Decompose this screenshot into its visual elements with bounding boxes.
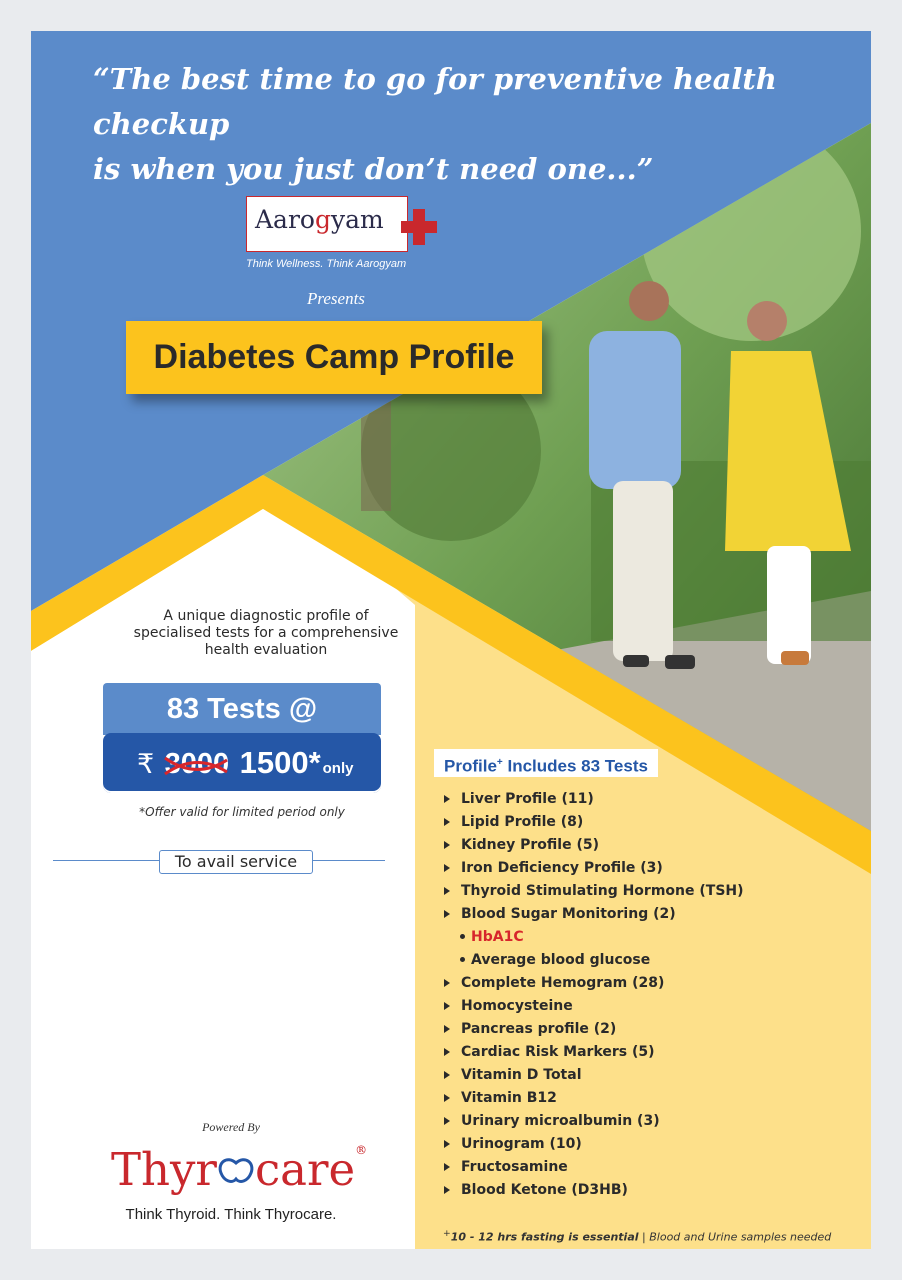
poster: “The best time to go for preventive heal… (31, 31, 871, 1249)
aarogyam-logo: Aarogyam (246, 196, 408, 252)
test-list-item-label: Fructosamine (461, 1159, 568, 1175)
test-list-item-label: Thyroid Stimulating Hormone (TSH) (461, 883, 744, 899)
test-list-item: Blood Ketone (D3HB) (444, 1179, 744, 1202)
strike-through-mark (163, 756, 228, 776)
test-list-item-label: Cardiac Risk Markers (5) (461, 1044, 655, 1060)
caret-right-icon (444, 1117, 450, 1125)
price-box: ₹ 3000 1500* only (103, 733, 381, 793)
test-list-item-label: Vitamin B12 (461, 1090, 557, 1106)
test-list-item-label: Lipid Profile (8) (461, 814, 584, 830)
presents-label: Presents (307, 289, 365, 308)
test-list-item-label: Vitamin D Total (461, 1067, 582, 1083)
aarogyam-wordmark-g: g (314, 205, 331, 234)
test-list-item: Pancreas profile (2) (444, 1018, 744, 1041)
caret-right-icon (444, 887, 450, 895)
test-list-item: Homocysteine (444, 995, 744, 1018)
caret-right-icon (444, 1048, 450, 1056)
test-list-item: Kidney Profile (5) (444, 834, 744, 857)
thyrocare-o-icon (218, 1158, 254, 1183)
thyrocare-wordmark-part-2: care (254, 1143, 356, 1196)
test-list-item: Vitamin B12 (444, 1087, 744, 1110)
medical-cross-icon (401, 209, 437, 245)
banner-title: Diabetes Camp Profile (153, 338, 515, 376)
intro-line-1: A unique diagnostic profile of (163, 608, 369, 624)
test-list-item: HbA1C (444, 926, 744, 949)
offer-note: *Offer valid for limited period only (139, 805, 345, 819)
test-list-item: Liver Profile (11) (444, 788, 744, 811)
quote-line-2: is when you just don’t need one...” (93, 152, 654, 186)
test-list-item-label: Blood Ketone (D3HB) (461, 1182, 628, 1198)
quote-line-1: “The best time to go for preventive heal… (93, 62, 777, 141)
registered-mark: ® (355, 1143, 368, 1157)
footnote-bold: 10 - 12 hrs fasting is essential (450, 1230, 639, 1244)
test-list-item: Thyroid Stimulating Hormone (TSH) (444, 880, 744, 903)
title-banner: Diabetes Camp Profile (126, 321, 542, 394)
test-list-item: Lipid Profile (8) (444, 811, 744, 834)
test-list-item: Complete Hemogram (28) (444, 972, 744, 995)
test-list-item: Vitamin D Total (444, 1064, 744, 1087)
test-list-item-label: Complete Hemogram (28) (461, 975, 665, 991)
tests-count-box: 83 Tests @ (103, 683, 381, 735)
test-list-item: Average blood glucose (444, 949, 744, 972)
caret-right-icon (444, 1002, 450, 1010)
test-list-item: Urinary microalbumin (3) (444, 1110, 744, 1133)
caret-right-icon (444, 795, 450, 803)
thyrocare-tagline: Think Thyroid. Think Thyrocare. (125, 1206, 337, 1223)
aarogyam-tagline: Think Wellness. Think Aarogyam (246, 258, 407, 270)
headline-quote: “The best time to go for preventive heal… (93, 57, 853, 192)
intro-line-3: health evaluation (204, 642, 328, 658)
test-list-item-label: Liver Profile (11) (461, 791, 594, 807)
fasting-footnote: +10 - 12 hrs fasting is essential | Bloo… (443, 1228, 831, 1244)
caret-right-icon (444, 1140, 450, 1148)
test-list-item-label: Urinary microalbumin (3) (461, 1113, 660, 1129)
thyrocare-wordmark-part-1: Thyr (111, 1143, 217, 1196)
caret-right-icon (444, 1186, 450, 1194)
caret-right-icon (444, 1163, 450, 1171)
profile-heading-text: Profile (444, 756, 497, 776)
test-list-item-label: Homocysteine (461, 998, 573, 1014)
caret-right-icon (444, 864, 450, 872)
caret-right-icon (444, 1094, 450, 1102)
test-list-item-label: Iron Deficiency Profile (3) (461, 860, 663, 876)
profile-heading: Profile+ Includes 83 Tests (434, 749, 658, 777)
profile-heading-rest: Includes 83 Tests (502, 756, 648, 776)
test-list-item: Cardiac Risk Markers (5) (444, 1041, 744, 1064)
test-list-item: Iron Deficiency Profile (3) (444, 857, 744, 880)
intro-text: A unique diagnostic profile of specialis… (106, 608, 426, 659)
caret-right-icon (444, 841, 450, 849)
aarogyam-wordmark-part-1: Aaro (255, 205, 315, 234)
footnote-rest: | Blood and Urine samples needed (638, 1230, 832, 1244)
only-label: only (322, 760, 354, 777)
caret-right-icon (444, 1071, 450, 1079)
test-list-item-label: Average blood glucose (471, 952, 651, 968)
aarogyam-wordmark-part-3: yam (330, 205, 384, 234)
price-line: ₹ 3000 1500* only (137, 745, 353, 781)
test-list-item: Fructosamine (444, 1156, 744, 1179)
test-list-item-label: Pancreas profile (2) (461, 1021, 617, 1037)
test-list-item-label: HbA1C (471, 929, 524, 945)
avail-service-label: To avail service (159, 850, 313, 874)
new-price: 1500* (239, 745, 321, 780)
bullet-dot-icon (460, 934, 465, 939)
tests-count-label: 83 Tests @ (166, 693, 318, 725)
currency-symbol: ₹ (137, 749, 155, 779)
thyrocare-logo: Thyr care® (111, 1143, 367, 1196)
caret-right-icon (444, 979, 450, 987)
caret-right-icon (444, 910, 450, 918)
test-list-item: Blood Sugar Monitoring (2) (444, 903, 744, 926)
test-list-item-label: Kidney Profile (5) (461, 837, 599, 853)
caret-right-icon (444, 1025, 450, 1033)
intro-line-2: specialised tests for a comprehensive (133, 625, 399, 641)
footnote-mark: + (443, 1228, 451, 1239)
test-list-item-label: Blood Sugar Monitoring (2) (461, 906, 676, 922)
test-list: Liver Profile (11) Lipid Profile (8) Kidne… (444, 788, 744, 1202)
caret-right-icon (444, 818, 450, 826)
test-list-item: Urinogram (10) (444, 1133, 744, 1156)
bullet-dot-icon (460, 957, 465, 962)
aarogyam-wordmark: Aarogyam (255, 205, 384, 234)
powered-by-label: Powered By (202, 1120, 260, 1134)
old-price: 3000 (163, 748, 229, 780)
test-list-item-label: Urinogram (10) (461, 1136, 582, 1152)
